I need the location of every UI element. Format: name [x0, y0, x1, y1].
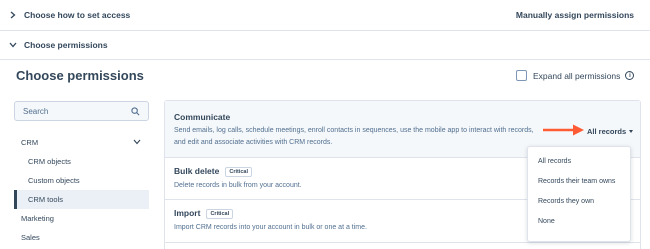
access-level-menu: All records Records their team owns Reco… [527, 146, 631, 242]
caret-down-icon [629, 130, 634, 133]
permissions-section-title: Choose permissions [24, 40, 108, 50]
menu-item-own-records[interactable]: Records they own [528, 191, 630, 211]
critical-badge: Critical [225, 166, 253, 177]
page-title: Choose permissions [16, 68, 144, 83]
sidebar-item-label: Sales [21, 233, 40, 242]
permission-name: Communicate [174, 112, 231, 122]
info-icon[interactable]: i [625, 71, 635, 80]
sidebar-item-label: Marketing [21, 214, 54, 223]
sidebar-item-label: CRM tools [28, 195, 64, 204]
menu-item-team-records[interactable]: Records their team owns [528, 171, 630, 191]
critical-badge: Critical [206, 208, 234, 219]
permission-name: Bulk delete [174, 166, 220, 176]
sidebar-item-crm-objects[interactable]: CRM objects [14, 152, 149, 171]
permission-description: Delete records in bulk from your account… [174, 182, 302, 189]
sidebar: CRM CRM objects Custom objects CRM tools… [14, 133, 149, 247]
access-section-title: Choose how to set access [24, 10, 131, 20]
arrow-right-icon [543, 123, 585, 141]
sidebar-item-crm[interactable]: CRM [14, 133, 149, 152]
search-placeholder: Search [23, 106, 49, 116]
search-icon[interactable] [128, 104, 142, 118]
expand-all-label: Expand all permissions [533, 70, 621, 81]
sidebar-item-marketing[interactable]: Marketing [14, 209, 149, 228]
access-section-value: Manually assign permissions [515, 10, 634, 20]
permission-name-wrap: Bulk delete Critical [174, 166, 253, 177]
permission-description: Send emails, log calls, schedule meeting… [174, 127, 534, 146]
sidebar-item-crm-tools[interactable]: CRM tools [14, 190, 149, 209]
chevron-down-icon [8, 40, 18, 50]
sidebar-item-label: CRM [21, 138, 39, 147]
access-level-dropdown[interactable]: All records [587, 127, 634, 136]
permission-name-wrap: Import Critical [174, 208, 234, 219]
menu-item-all-records[interactable]: All records [528, 151, 630, 171]
menu-item-none[interactable]: None [528, 211, 630, 231]
sidebar-item-label: CRM objects [28, 157, 71, 166]
dropdown-value: All records [587, 127, 627, 136]
sidebar-item-sales[interactable]: Sales [14, 228, 149, 247]
chevron-right-icon [8, 10, 18, 20]
chevron-down-icon [133, 138, 141, 147]
permissions-section-row[interactable]: Choose permissions [0, 31, 650, 60]
sidebar-item-label: Custom objects [28, 176, 80, 185]
expand-all-checkbox[interactable] [516, 70, 527, 81]
sidebar-item-custom-objects[interactable]: Custom objects [14, 171, 149, 190]
access-section-row[interactable]: Choose how to set access Manually assign… [0, 0, 650, 31]
expand-all-control[interactable]: Expand all permissions i [516, 70, 635, 81]
permission-name: Import [174, 208, 201, 218]
search-input[interactable]: Search [14, 101, 149, 121]
permission-description: Import CRM records into your account in … [174, 224, 367, 231]
